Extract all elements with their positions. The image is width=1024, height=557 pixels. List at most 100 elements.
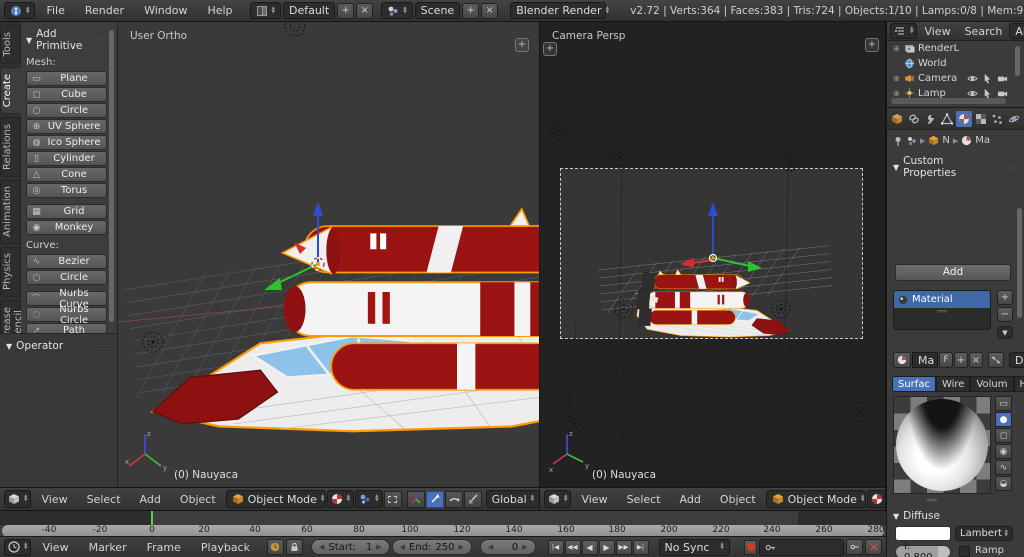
select-menu[interactable]: Select [618, 493, 670, 506]
add-cylinder-button[interactable]: ▯ Cylinder [26, 151, 107, 166]
scene-icon-dropdown[interactable]: ▲ ▼ [381, 2, 413, 19]
add-scene-button[interactable]: + [462, 2, 480, 19]
properties-scrollbar[interactable] [1017, 208, 1022, 318]
add-plane-button[interactable]: ▭ Plane [26, 71, 107, 86]
add-custom-property-button[interactable]: Add [895, 264, 1011, 281]
lock-range-toggle[interactable] [285, 539, 303, 555]
view-menu[interactable]: View [572, 493, 616, 506]
snap-toggle[interactable] [383, 490, 402, 508]
add-primitive-panel-header[interactable]: ▼ Add Primitive :::: [26, 28, 107, 52]
outliner-display-dropdown[interactable]: All Sc [1009, 23, 1024, 39]
remove-material-slot-button[interactable]: − [997, 307, 1013, 322]
properties-region-expand-icon[interactable]: + [865, 38, 879, 52]
play-button[interactable]: ▶ [598, 539, 615, 555]
increment-arrow-icon[interactable]: ▶ [522, 543, 527, 551]
view-menu[interactable]: View [32, 493, 76, 506]
add-cone-button[interactable]: △ Cone [26, 167, 107, 182]
expand-icon[interactable]: ⊕ [893, 44, 901, 53]
insert-keyframe-button[interactable] [846, 539, 863, 555]
increment-arrow-icon[interactable]: ▶ [459, 543, 464, 551]
material-specials-dropdown[interactable]: ▼ [997, 326, 1013, 339]
outliner-item-world[interactable]: World [887, 56, 1024, 71]
scene-name-field[interactable]: Scene [414, 2, 461, 19]
menu-file[interactable]: File [37, 4, 73, 17]
viewport-shading-dropdown[interactable]: ▲▼ [866, 490, 885, 508]
diffuse-ramp-checkbox[interactable] [959, 546, 970, 557]
menu-render[interactable]: Render [76, 4, 133, 17]
editor-type-info-dropdown[interactable]: ▲ ▼ [4, 2, 36, 19]
editor-type-outliner-dropdown[interactable]: ▲ ▼ [890, 23, 918, 39]
use-nodes-button[interactable] [988, 352, 1004, 368]
menu-help[interactable]: Help [198, 4, 241, 17]
transform-manipulator[interactable] [680, 202, 762, 272]
next-keyframe-button[interactable]: ▶▶ [615, 539, 632, 555]
object-crumb-label[interactable]: N [942, 135, 949, 146]
tool-shelf-scrollbar[interactable] [109, 30, 114, 322]
scale-manipulator-button[interactable] [463, 490, 482, 508]
outliner-item-camera[interactable]: ⊕ Camera [887, 71, 1024, 86]
add-bezier-circle-button[interactable]: ○ Circle [26, 270, 107, 285]
tab-constraints[interactable] [906, 111, 922, 127]
tab-relations[interactable]: Relations [0, 116, 21, 177]
material-name-field[interactable]: Ma [912, 352, 938, 368]
object-menu[interactable]: Object [171, 493, 225, 506]
material-slot-item[interactable]: Material [894, 291, 990, 308]
add-ico-sphere-button[interactable]: ◍ Ico Sphere [26, 135, 107, 150]
editor-type-timeline-dropdown[interactable]: ▲ ▼ [4, 538, 32, 556]
delete-keyframe-button[interactable] [865, 539, 882, 555]
type-tab-halo[interactable]: Halo [1013, 376, 1024, 392]
decrement-arrow-icon[interactable]: ◀ [319, 543, 324, 551]
tab-material[interactable] [956, 110, 972, 127]
link-data-dropdown[interactable]: D▲▼ [1009, 352, 1024, 368]
diffuse-panel-header[interactable]: ▼ Diffuse :::: [887, 506, 946, 526]
render-engine-dropdown[interactable]: Blender Render ▲ ▼ [510, 2, 609, 19]
add-monkey-button[interactable]: ◉ Monkey [26, 220, 107, 235]
decrement-arrow-icon[interactable]: ◀ [400, 543, 405, 551]
add-grid-button[interactable]: ▦ Grid [26, 204, 107, 219]
menu-window[interactable]: Window [135, 4, 196, 17]
end-frame-field[interactable]: ◀ End: 250 ▶ [391, 539, 472, 555]
add-circle-button[interactable]: ○ Circle [26, 103, 107, 118]
keying-set-field[interactable] [759, 538, 844, 556]
preview-sphere-button[interactable]: ● [995, 412, 1012, 427]
outliner-horizontal-scrollbar[interactable] [891, 98, 1006, 104]
add-torus-button[interactable]: ◎ Torus [26, 183, 107, 198]
add-layout-button[interactable]: + [337, 2, 355, 19]
manipulator-x-arrow[interactable] [680, 258, 694, 268]
viewport-shading-dropdown[interactable]: ▲▼ [326, 490, 355, 508]
jump-to-end-button[interactable]: ▶| [632, 539, 649, 555]
preview-monkey-button[interactable]: ◉ [995, 444, 1012, 459]
outliner-view-menu[interactable]: View [917, 25, 957, 38]
play-reverse-button[interactable]: ◀ [581, 539, 598, 555]
expand-icon[interactable]: ⊕ [893, 89, 901, 98]
add-nurbs-circle-button[interactable]: ◌ Nurbs Circle [26, 304, 107, 326]
transform-orientation-dropdown[interactable]: Global ▲ ▼ [485, 490, 539, 508]
add-menu[interactable]: Add [671, 493, 710, 506]
editor-type-3dview-dropdown[interactable]: ▲ ▼ [4, 490, 32, 508]
add-cube-button[interactable]: ◻ Cube [26, 87, 107, 102]
preview-cube-button[interactable]: ◻ [995, 428, 1012, 443]
start-frame-field[interactable]: ◀ Start: 1 ▶ [310, 539, 390, 555]
outliner-vertical-scrollbar[interactable] [1015, 46, 1020, 76]
editor-type-3dview-dropdown[interactable]: ▲ ▼ [544, 490, 572, 508]
add-uv-sphere-button[interactable]: ⊕ UV Sphere [26, 119, 107, 134]
renderability-camera-icon[interactable] [997, 73, 1008, 84]
screen-layout-icon-dropdown[interactable]: ▲ ▼ [249, 2, 281, 19]
browse-material-button[interactable] [893, 352, 911, 368]
object-crumb-icon[interactable] [928, 135, 939, 146]
preview-resize-grip[interactable]: ══ [927, 496, 937, 505]
add-material-slot-button[interactable]: + [997, 290, 1013, 305]
delete-layout-button[interactable]: × [356, 2, 374, 19]
preview-flat-button[interactable]: ▭ [995, 396, 1012, 411]
diffuse-shader-dropdown[interactable]: Lambert ▲ ▼ [955, 526, 1013, 541]
manipulator-z-arrow[interactable] [708, 202, 718, 216]
increment-arrow-icon[interactable]: ▶ [376, 543, 381, 551]
decrement-arrow-icon[interactable]: ◀ [488, 543, 493, 551]
sync-mode-dropdown[interactable]: No Sync ▲ ▼ [658, 538, 730, 556]
select-menu[interactable]: Select [78, 493, 130, 506]
timeline-ruler[interactable]: -40 -20 0 20 40 60 80 100 120 140 160 18… [0, 511, 886, 537]
outliner-search-menu[interactable]: Search [958, 25, 1010, 38]
fake-user-button[interactable]: F [939, 352, 953, 368]
outliner-item-renderlayers[interactable]: ⊕ RenderL [887, 41, 1024, 56]
screen-layout-name-field[interactable]: Default [282, 2, 336, 19]
